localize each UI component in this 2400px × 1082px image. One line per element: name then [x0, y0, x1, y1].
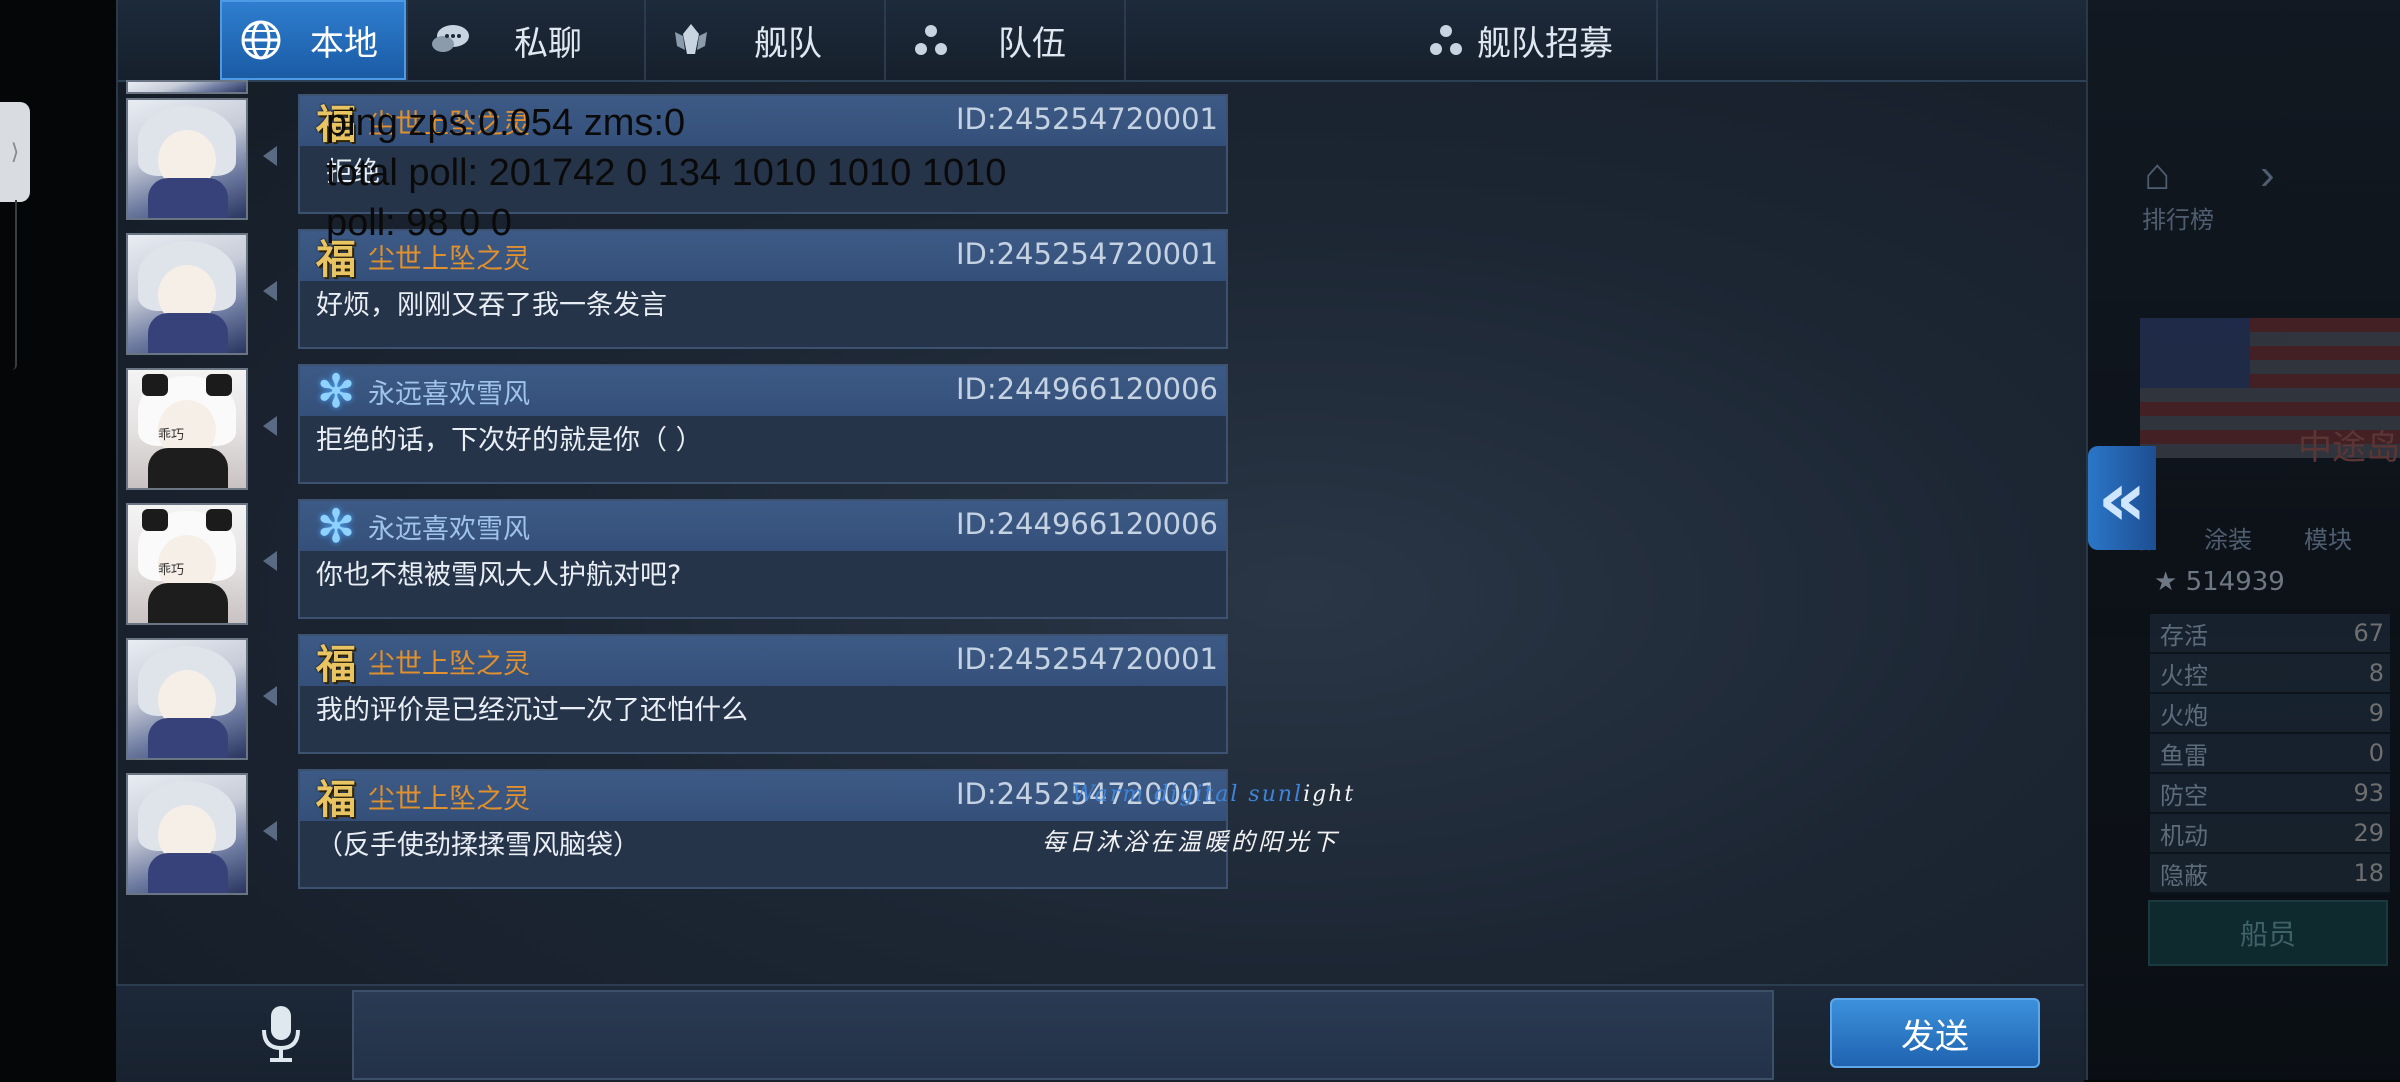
tab-team-label: 队伍 [998, 23, 1066, 64]
sender-name[interactable]: 尘世上坠之灵 [368, 642, 530, 681]
bubble-pointer [263, 416, 277, 436]
chat-message-input[interactable] [352, 990, 1774, 1080]
recruit-dots-icon [1419, 13, 1473, 67]
chevron-right-icon: › [2260, 150, 2275, 199]
sender-name[interactable]: 尘世上坠之灵 [368, 777, 530, 816]
bubble-pointer [263, 821, 277, 841]
ship-stats-list: 存活 67 火控 8 火炮 9 鱼雷 0 防空 93 机动 29 隐蔽 18 [2150, 614, 2390, 894]
avatar[interactable] [126, 773, 248, 895]
skins-label: 涂装 [2204, 527, 2252, 554]
message-text: 你也不想被雪风大人护航对吧? [316, 560, 682, 591]
sender-id: ID:244966120006 [955, 507, 1218, 541]
chat-message: 福 尘世上坠之灵 ID:245254720001 我的评价是已经沉过一次了还怕什… [126, 634, 1228, 764]
crew-button: 船员 [2148, 900, 2388, 966]
debug-poll-line: poll: 98 0 0 [326, 202, 512, 244]
ship-star-score: ★ 514939 [2154, 567, 2285, 597]
fu-badge-icon: 福 [316, 776, 356, 823]
send-button[interactable]: 发送 [1830, 998, 2040, 1068]
chat-tabs: 本地 私聊 舰队 队伍 舰队招募 [118, 0, 2086, 82]
stat-row: 机动 29 [2150, 814, 2390, 854]
avatar[interactable] [126, 638, 248, 760]
chat-bubbles-icon [424, 13, 478, 67]
chat-message: 乖巧 ✻ 永远喜欢雪风 ID:244966120006 拒绝的话，下次好的就是你… [126, 364, 1228, 494]
watermark-english: Warm digital sunlight [1072, 782, 1356, 807]
debug-ping-line: ping zps:0.054 zms:0 [326, 102, 686, 144]
message-header: 福 尘世上坠之灵 ID:245254720001 [300, 636, 1226, 688]
message-bubble: 福 尘世上坠之灵 ID:245254720001 我的评价是已经沉过一次了还怕什… [298, 634, 1228, 754]
message-text: 拒绝的话，下次好的就是你（ ） [316, 425, 703, 456]
tab-private-chat-label: 私聊 [514, 23, 582, 64]
avatar[interactable] [126, 98, 248, 220]
avatar[interactable]: 乖巧 [126, 503, 248, 625]
double-chevron-left-icon[interactable]: « [2088, 446, 2156, 550]
bubble-pointer [263, 281, 277, 301]
stat-row: 火控 8 [2150, 654, 2390, 694]
bubble-pointer [263, 146, 277, 166]
sender-id: ID:244966120006 [955, 372, 1218, 406]
side-edge-line [12, 200, 17, 370]
globe-icon [234, 13, 288, 67]
team-dots-icon [904, 13, 958, 67]
debug-total-poll-line: total poll: 201742 0 134 1010 1010 1010 [326, 152, 1007, 194]
bubble-pointer [263, 686, 277, 706]
map-name: 中途岛 [2298, 428, 2400, 468]
debug-overlay: ping zps:0.054 zms:0 total poll: 201742 … [326, 98, 1006, 248]
stat-row: 防空 93 [2150, 774, 2390, 814]
tab-fleet-label: 舰队 [754, 23, 822, 64]
chat-input-bar: 发送 [116, 984, 2084, 1082]
tab-team[interactable]: 队伍 [886, 0, 1126, 80]
sender-name[interactable]: 永远喜欢雪风 [368, 372, 530, 411]
side-drawer-handle[interactable]: ⟩ [0, 102, 30, 202]
tab-local[interactable]: 本地 [220, 0, 408, 80]
avatar[interactable] [126, 233, 248, 355]
message-bubble: ✻ 永远喜欢雪风 ID:244966120006 拒绝的话，下次好的就是你（ ） [298, 364, 1228, 484]
sender-name[interactable]: 永远喜欢雪风 [368, 507, 530, 546]
stat-row: 存活 67 [2150, 614, 2390, 654]
chat-message: 乖巧 ✻ 永远喜欢雪风 ID:244966120006 你也不想被雪风大人护航对… [126, 499, 1228, 629]
stat-row: 隐蔽 18 [2150, 854, 2390, 894]
message-text: 我的评价是已经沉过一次了还怕什么 [316, 695, 748, 726]
leaderboard-icon: ⌂ [2144, 150, 2171, 199]
tab-fleet[interactable]: 舰队 [646, 0, 886, 80]
watermark-chinese: 每日沐浴在温暖的阳光下 [1042, 828, 1339, 856]
bubble-pointer [263, 551, 277, 571]
stat-row: 火炮 9 [2150, 694, 2390, 734]
snowflake-badge-icon: ✻ [316, 364, 356, 418]
message-header: ✻ 永远喜欢雪风 ID:244966120006 [300, 499, 1226, 553]
microphone-icon[interactable] [251, 1002, 311, 1066]
tab-local-label: 本地 [310, 23, 378, 64]
avatar [126, 80, 248, 94]
snowflake-badge-icon: ✻ [316, 499, 356, 553]
tab-fleet-recruit[interactable]: 舰队招募 [1126, 0, 1658, 80]
stat-row: 鱼雷 0 [2150, 734, 2390, 774]
leaderboard-label: 排行榜 [2142, 207, 2214, 234]
avatar[interactable]: 乖巧 [126, 368, 248, 490]
message-text: 好烦，刚刚又吞了我一条发言 [316, 290, 667, 321]
tab-private-chat[interactable]: 私聊 [408, 0, 646, 80]
message-header: ✻ 永远喜欢雪风 ID:244966120006 [300, 364, 1226, 418]
sender-id: ID:245254720001 [955, 642, 1218, 676]
tab-fleet-recruit-label: 舰队招募 [1477, 23, 1613, 64]
modules-label: 模块 [2304, 527, 2352, 554]
fleet-emblem-icon [664, 13, 718, 67]
chat-message: 福 尘世上坠之灵 ID:245254720001 好烦，刚刚又吞了我一条发言 [126, 229, 1228, 359]
fu-badge-icon: 福 [316, 641, 356, 688]
message-bubble: ✻ 永远喜欢雪风 ID:244966120006 你也不想被雪风大人护航对吧? [298, 499, 1228, 619]
